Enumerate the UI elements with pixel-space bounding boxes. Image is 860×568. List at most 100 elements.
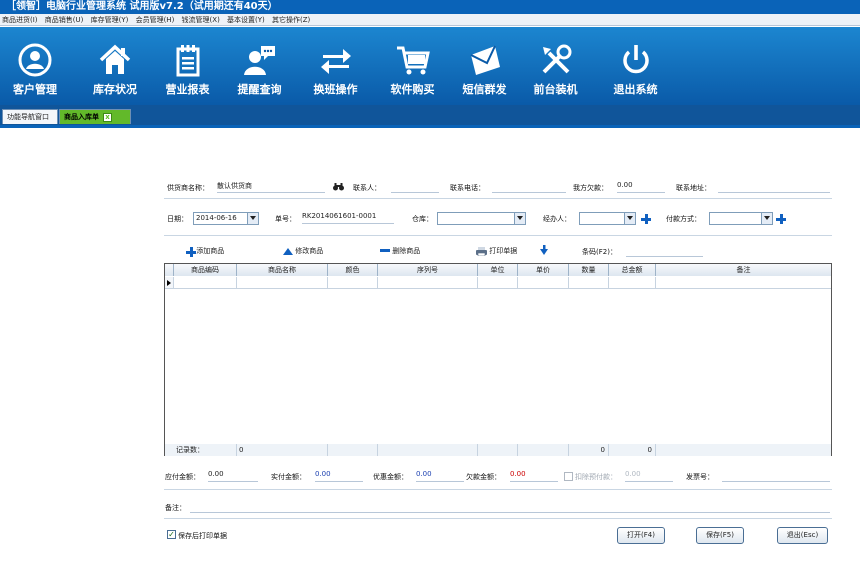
chevron-down-icon[interactable] [624,213,635,224]
phone-label: 联系电话： [450,184,485,192]
table-cell[interactable] [237,277,328,289]
print-button[interactable]: 打印单据 [476,246,517,256]
owed-value: 0.00 [510,470,558,482]
software-purchase-button[interactable]: 软件购买 [375,27,450,99]
menu-item-settings[interactable]: 基本设置(Y) [227,16,265,24]
supplier-field[interactable]: 散认供货商 [217,181,325,193]
tab-stock-in[interactable]: 商品入库单 x [59,109,131,124]
add-payment-icon[interactable] [776,214,786,224]
column-header[interactable]: 序列号 [378,264,478,276]
shopping-cart-icon [396,46,430,75]
envelope-icon [470,45,500,75]
table-footer-cell [378,444,478,456]
chat-user-icon [243,46,275,75]
divider [164,235,832,236]
column-header[interactable]: 商品名称 [237,264,328,276]
menu-item-other[interactable]: 其它操作(Z) [272,16,310,24]
exit-button[interactable]: 退出(Esc) [777,527,828,544]
handler-select[interactable] [579,212,636,225]
menu-bar: 商品进货(I) 商品销售(U) 库存管理(Y) 会员管理(H) 钱流管理(X) … [0,14,860,26]
menu-item-inventory[interactable]: 库存管理(Y) [91,16,129,24]
table-cell[interactable] [518,277,569,289]
table-cell[interactable] [378,277,478,289]
notepad-icon [176,45,199,77]
warehouse-select[interactable] [437,212,526,225]
row-selector[interactable] [165,277,174,289]
print-after-save-checkbox[interactable]: ✓ [167,530,176,539]
delete-product-button[interactable]: 删除商品 [380,246,420,256]
supplier-label: 供货商名称： [167,184,209,192]
save-button[interactable]: 保存(F5) [696,527,744,544]
column-header[interactable]: 颜色 [328,264,378,276]
open-button[interactable]: 打开(F4) [617,527,665,544]
toolbar: 客户管理 库存状况 营业报表 提醒查询 换班操作 软件购买 短信群发 前台装机 … [0,27,860,105]
business-report-button[interactable]: 营业报表 [150,27,225,99]
menu-item-purchase[interactable]: 商品进货(I) [2,16,38,24]
discount-input[interactable]: 0.00 [416,470,464,482]
phone-field[interactable] [492,181,566,193]
exit-system-button[interactable]: 退出系统 [598,27,673,99]
add-handler-icon[interactable] [641,214,651,224]
payable-label: 应付金额： [165,473,200,481]
order-no-field: RK2014061601-0001 [302,212,394,224]
edit-product-button[interactable]: 修改商品 [283,246,323,256]
table-cell[interactable] [328,277,378,289]
notes-input[interactable] [190,501,830,513]
printer-icon [476,246,487,256]
menu-item-sales[interactable]: 商品销售(U) [45,16,84,24]
chevron-down-icon[interactable] [514,213,525,224]
binoculars-icon[interactable] [333,183,344,191]
divider [164,489,832,490]
menu-item-cashflow[interactable]: 钱流管理(X) [182,16,220,24]
column-header[interactable]: 商品编码 [174,264,237,276]
column-header[interactable]: 备注 [656,264,831,276]
invoice-input[interactable] [722,470,830,482]
address-label: 联系地址： [676,184,711,192]
menu-item-members[interactable]: 会员管理(H) [136,16,175,24]
chevron-down-icon[interactable] [761,213,772,224]
column-header[interactable]: 总金额 [609,264,656,276]
prepaid-value: 0.00 [625,470,673,482]
tab-navigation[interactable]: 功能导航窗口 [2,109,58,124]
table-cell[interactable] [609,277,656,289]
table-cell[interactable] [569,277,609,289]
shift-change-button[interactable]: 换班操作 [298,27,373,99]
table-cell[interactable] [656,277,831,289]
table-cell[interactable] [174,277,237,289]
row-header-corner [165,264,174,276]
chevron-down-icon[interactable] [247,213,258,224]
column-header[interactable]: 单位 [478,264,518,276]
add-product-button[interactable]: 添加商品 [186,246,225,257]
column-header[interactable]: 单价 [518,264,569,276]
address-field[interactable] [718,181,830,193]
contact-field[interactable] [391,181,439,193]
row-pointer-icon [167,280,171,286]
delete-product-label: 删除商品 [392,247,421,255]
qty-total: 0 [569,444,609,456]
plus-icon [186,247,196,257]
paid-input[interactable]: 0.00 [315,470,363,482]
table-footer-cell [478,444,518,456]
close-icon[interactable]: x [103,112,112,122]
inventory-status-button[interactable]: 库存状况 [75,27,155,99]
add-product-label: 添加商品 [196,247,225,255]
column-header[interactable]: 数量 [569,264,609,276]
print-label: 打印单据 [489,247,518,255]
front-desk-install-button[interactable]: 前台装机 [518,27,593,99]
barcode-input[interactable] [626,245,703,257]
print-after-save-label: 保存后打印单据 [178,532,227,540]
deduct-prepaid-checkbox[interactable] [564,472,573,481]
customer-management-button[interactable]: 客户管理 [0,27,70,99]
toolbar-label: 退出系统 [613,83,658,96]
tools-icon [542,44,571,74]
payment-select[interactable] [709,212,773,225]
payable-value: 0.00 [208,470,258,482]
date-picker[interactable]: 2014-06-16 [193,212,259,225]
table-footer-cell [328,444,378,456]
reminder-query-button[interactable]: 提醒查询 [222,27,297,99]
edit-product-label: 修改商品 [295,247,324,255]
table-cell[interactable] [478,277,518,289]
sms-broadcast-button[interactable]: 短信群发 [447,27,522,99]
arrow-down-icon[interactable] [540,245,548,255]
toolbar-label: 短信群发 [462,83,507,96]
